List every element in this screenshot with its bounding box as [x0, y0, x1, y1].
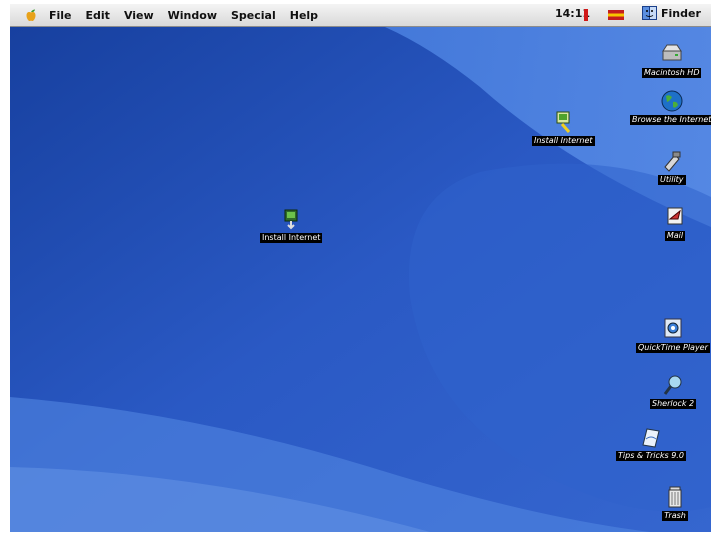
sherlock-icon[interactable]: Sherlock 2 [650, 373, 697, 409]
trash-label: Trash [662, 511, 688, 521]
finder-icon [642, 6, 657, 20]
mail-glyph-icon [667, 207, 683, 225]
utility-label: Utility [658, 175, 686, 185]
utility-icon[interactable]: Utility [658, 149, 686, 185]
application-indicator-icon [584, 9, 588, 21]
macintosh-hd-icon[interactable]: Macintosh HD [642, 42, 702, 78]
tips-tricks-icon[interactable]: Tips & Tricks 9.0 [616, 425, 686, 461]
globe-icon [661, 90, 683, 112]
install-internet-icon[interactable]: Install Internet [532, 110, 595, 146]
mac-os-screen: File Edit View Window Special Help 14:11… [10, 4, 711, 532]
desktop[interactable]: Install Internet Install Internet Macint… [10, 27, 711, 532]
installer-icon [284, 209, 298, 230]
sherlock-label: Sherlock 2 [650, 399, 697, 409]
menu-bar: File Edit View Window Special Help 14:11… [10, 4, 711, 27]
trash-can-icon [668, 486, 682, 508]
tool-icon [664, 151, 681, 172]
dragged-install-internet-icon[interactable]: Install Internet [260, 207, 323, 243]
hard-disk-icon [661, 44, 682, 61]
menu-view[interactable]: View [117, 9, 161, 22]
dragged-icon-label: Install Internet [260, 233, 323, 243]
apple-menu-icon[interactable] [24, 8, 38, 22]
quicktime-player-icon[interactable]: QuickTime Player [636, 317, 710, 353]
menu-help[interactable]: Help [283, 9, 325, 22]
magnifier-icon [663, 375, 682, 395]
browse-internet-icon[interactable]: Browse the Internet [630, 89, 711, 125]
keyboard-flag-icon[interactable] [608, 10, 624, 20]
application-menu[interactable]: Finder [642, 6, 701, 20]
install-internet-label: Install Internet [532, 136, 595, 146]
mail-icon[interactable]: Mail [662, 205, 688, 241]
quicktime-icon [664, 318, 682, 338]
menu-file[interactable]: File [42, 9, 79, 22]
install-internet-glyph-icon [556, 111, 571, 133]
trash-icon[interactable]: Trash [662, 485, 688, 521]
quicktime-player-label: QuickTime Player [636, 343, 710, 353]
macintosh-hd-label: Macintosh HD [642, 68, 702, 78]
application-menu-label: Finder [661, 6, 701, 20]
tips-tricks-label: Tips & Tricks 9.0 [616, 451, 686, 461]
mail-label: Mail [664, 231, 686, 241]
menu-special[interactable]: Special [224, 9, 283, 22]
menu-window[interactable]: Window [161, 9, 224, 22]
desktop-wallpaper [10, 27, 711, 532]
menu-edit[interactable]: Edit [79, 9, 117, 22]
document-icon [642, 428, 660, 448]
browse-internet-label: Browse the Internet [630, 115, 711, 125]
